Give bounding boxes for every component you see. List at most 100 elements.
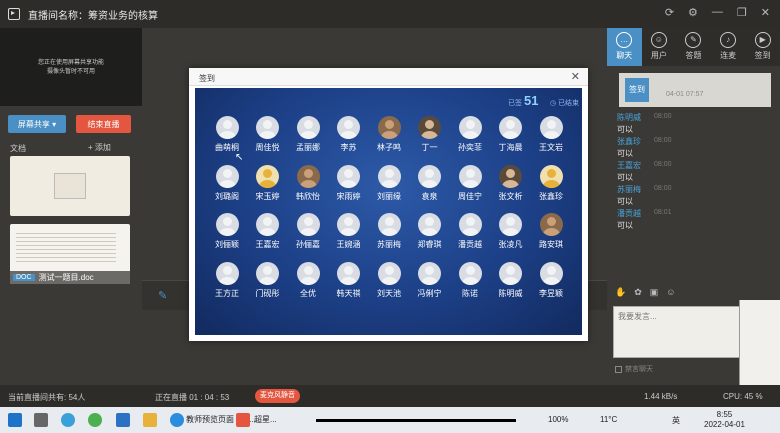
tab-mic[interactable]: ♪ 连麦	[711, 28, 746, 66]
maximize-button[interactable]: ❐	[737, 6, 747, 19]
avatar	[418, 164, 441, 188]
docs-label: 文档	[10, 144, 26, 153]
avatar	[458, 213, 482, 236]
windows-start-icon[interactable]	[8, 413, 22, 427]
app-icon[interactable]	[116, 413, 130, 427]
close-icon[interactable]: ✕	[571, 70, 580, 83]
doc-thumbnail-blank[interactable]	[10, 156, 130, 216]
attendee: 张鑫珍	[531, 164, 571, 202]
preview-text-2: 摄像头暂时不可用	[46, 69, 95, 75]
avatar	[337, 164, 360, 188]
attendee-name: 王婉涵	[336, 240, 361, 249]
avatar	[215, 261, 239, 285]
chaoxing-icon[interactable]	[236, 413, 250, 427]
attendee: 韩天祺	[329, 261, 369, 299]
attendee-name: 刘璐阁	[215, 191, 239, 201]
dialog-header: 签到 ✕	[189, 68, 588, 86]
attendee: 孙奕菲	[450, 116, 490, 153]
attendee-name: 周佳悦	[255, 143, 280, 152]
attendee: 袁泉	[410, 164, 450, 202]
doc-thumbnail[interactable]: DOC 测试一题目.doc	[10, 224, 130, 284]
browser-icon[interactable]	[88, 413, 102, 427]
attendee-name: 宋玉婷	[255, 191, 280, 201]
settings-icon[interactable]: ⚙	[688, 6, 698, 19]
attendee: 孟丽娜	[288, 116, 328, 153]
avatar	[499, 116, 522, 139]
screen-share-button[interactable]: 屏幕共享 ▾	[8, 115, 66, 133]
chat-input[interactable]: 我要发言...	[613, 306, 743, 358]
tab-users[interactable]: ☺ 用户	[642, 28, 677, 66]
battery-indicator: 100%	[548, 415, 569, 424]
close-button[interactable]: ✕	[761, 6, 770, 19]
attendee: 郑睿琪	[410, 213, 450, 250]
attendee: 丁一	[410, 116, 450, 153]
avatar	[458, 116, 482, 139]
folder-icon[interactable]	[143, 413, 157, 427]
window-title: 直播间名称：筹资业务的核算	[28, 10, 158, 22]
attendee: 全优	[288, 261, 328, 299]
mic-mute-button[interactable]: 麦克风静音	[255, 389, 300, 403]
forbid-chat-checkbox[interactable]: 禁言聊天	[615, 364, 653, 374]
avatar	[256, 261, 279, 285]
flower-icon[interactable]: ✿	[634, 287, 642, 298]
attendee-name: 丁海晨	[498, 143, 523, 152]
minimize-button[interactable]: —	[712, 6, 723, 19]
avatar	[256, 116, 279, 139]
avatar	[418, 213, 441, 236]
doc-preview-lines	[16, 230, 116, 264]
avatar	[377, 164, 401, 188]
attendee-name: 李昱颖	[539, 288, 563, 298]
attendee-name: 张凌凡	[498, 240, 523, 249]
chat-message: 陈明威 08:00 可以	[617, 113, 672, 134]
end-live-button[interactable]: 结束直播	[76, 115, 131, 133]
checkin-dialog: 签到 ✕ 已签 51 ◷ 已结束 曲萌桐 周佳悦 孟丽娜 李苏 林子鸣 丁一 孙奕菲 丁海晨王…	[189, 68, 588, 341]
avatar	[377, 116, 401, 139]
mouse-cursor-icon: ↖	[235, 152, 244, 163]
avatar	[215, 116, 239, 139]
attendee-name: 王嘉宏	[255, 240, 280, 249]
attendee-name: 王文岩	[539, 143, 563, 152]
attendee-name: 刘丽缘	[377, 191, 401, 201]
hand-icon[interactable]: ✋	[615, 287, 626, 298]
attendee: 王婉涵	[329, 213, 369, 250]
online-count: 当前直播间共有: 54人	[8, 393, 86, 402]
attendee: 王嘉宏	[248, 213, 288, 250]
search-browser-icon[interactable]	[170, 413, 184, 427]
attendee-name: 韩欣怡	[296, 191, 320, 201]
taskbar-app-item[interactable]: 超星...	[254, 414, 277, 425]
attendee: 刘俪颖	[207, 213, 247, 250]
checked-count-label: 已签	[508, 100, 522, 107]
ime-indicator[interactable]: 英	[672, 415, 680, 426]
tab-quiz[interactable]: ✎ 答题	[676, 28, 711, 66]
attendee-name: 刘俪颖	[215, 240, 239, 249]
share-icon[interactable]: ⟳	[665, 6, 674, 19]
avatar	[499, 261, 522, 285]
tab-chat[interactable]: … 聊天	[607, 28, 642, 66]
attendee: 张文析	[491, 164, 531, 202]
attendee: 刘璐阁	[207, 164, 247, 202]
attendee: 韩欣怡	[288, 164, 328, 202]
avatar	[377, 213, 401, 236]
attendee-name: 冯俐宁	[417, 288, 442, 298]
attendee-name: 路安琪	[539, 240, 563, 249]
task-view-icon[interactable]	[34, 413, 48, 427]
mic-icon: ♪	[720, 32, 737, 48]
emoji-icon[interactable]: ☺	[666, 287, 675, 298]
weather: 11°C	[600, 415, 618, 424]
attendee-name: 林子鸣	[377, 143, 401, 152]
attendee-name: 周佳宁	[458, 191, 482, 201]
avatar	[539, 116, 563, 139]
add-doc-button[interactable]: + 添加	[88, 142, 111, 153]
attendee: 周佳宁	[450, 164, 490, 202]
attendee: 冯俐宁	[410, 261, 450, 299]
attendee: 王文岩	[531, 116, 571, 153]
avatar	[337, 261, 360, 285]
attendee-name: 孙奕菲	[458, 143, 482, 152]
tab-checkin[interactable]: ▶ 签到	[745, 28, 780, 66]
edge-icon[interactable]	[61, 413, 75, 427]
attendee-name: 李苏	[340, 143, 357, 152]
checkin-card[interactable]: 签到 04-01 07:57	[619, 73, 771, 107]
doc-placeholder-icon	[54, 173, 86, 199]
image-icon[interactable]: ▣	[650, 287, 659, 298]
pen-icon[interactable]: ✎	[158, 289, 169, 302]
